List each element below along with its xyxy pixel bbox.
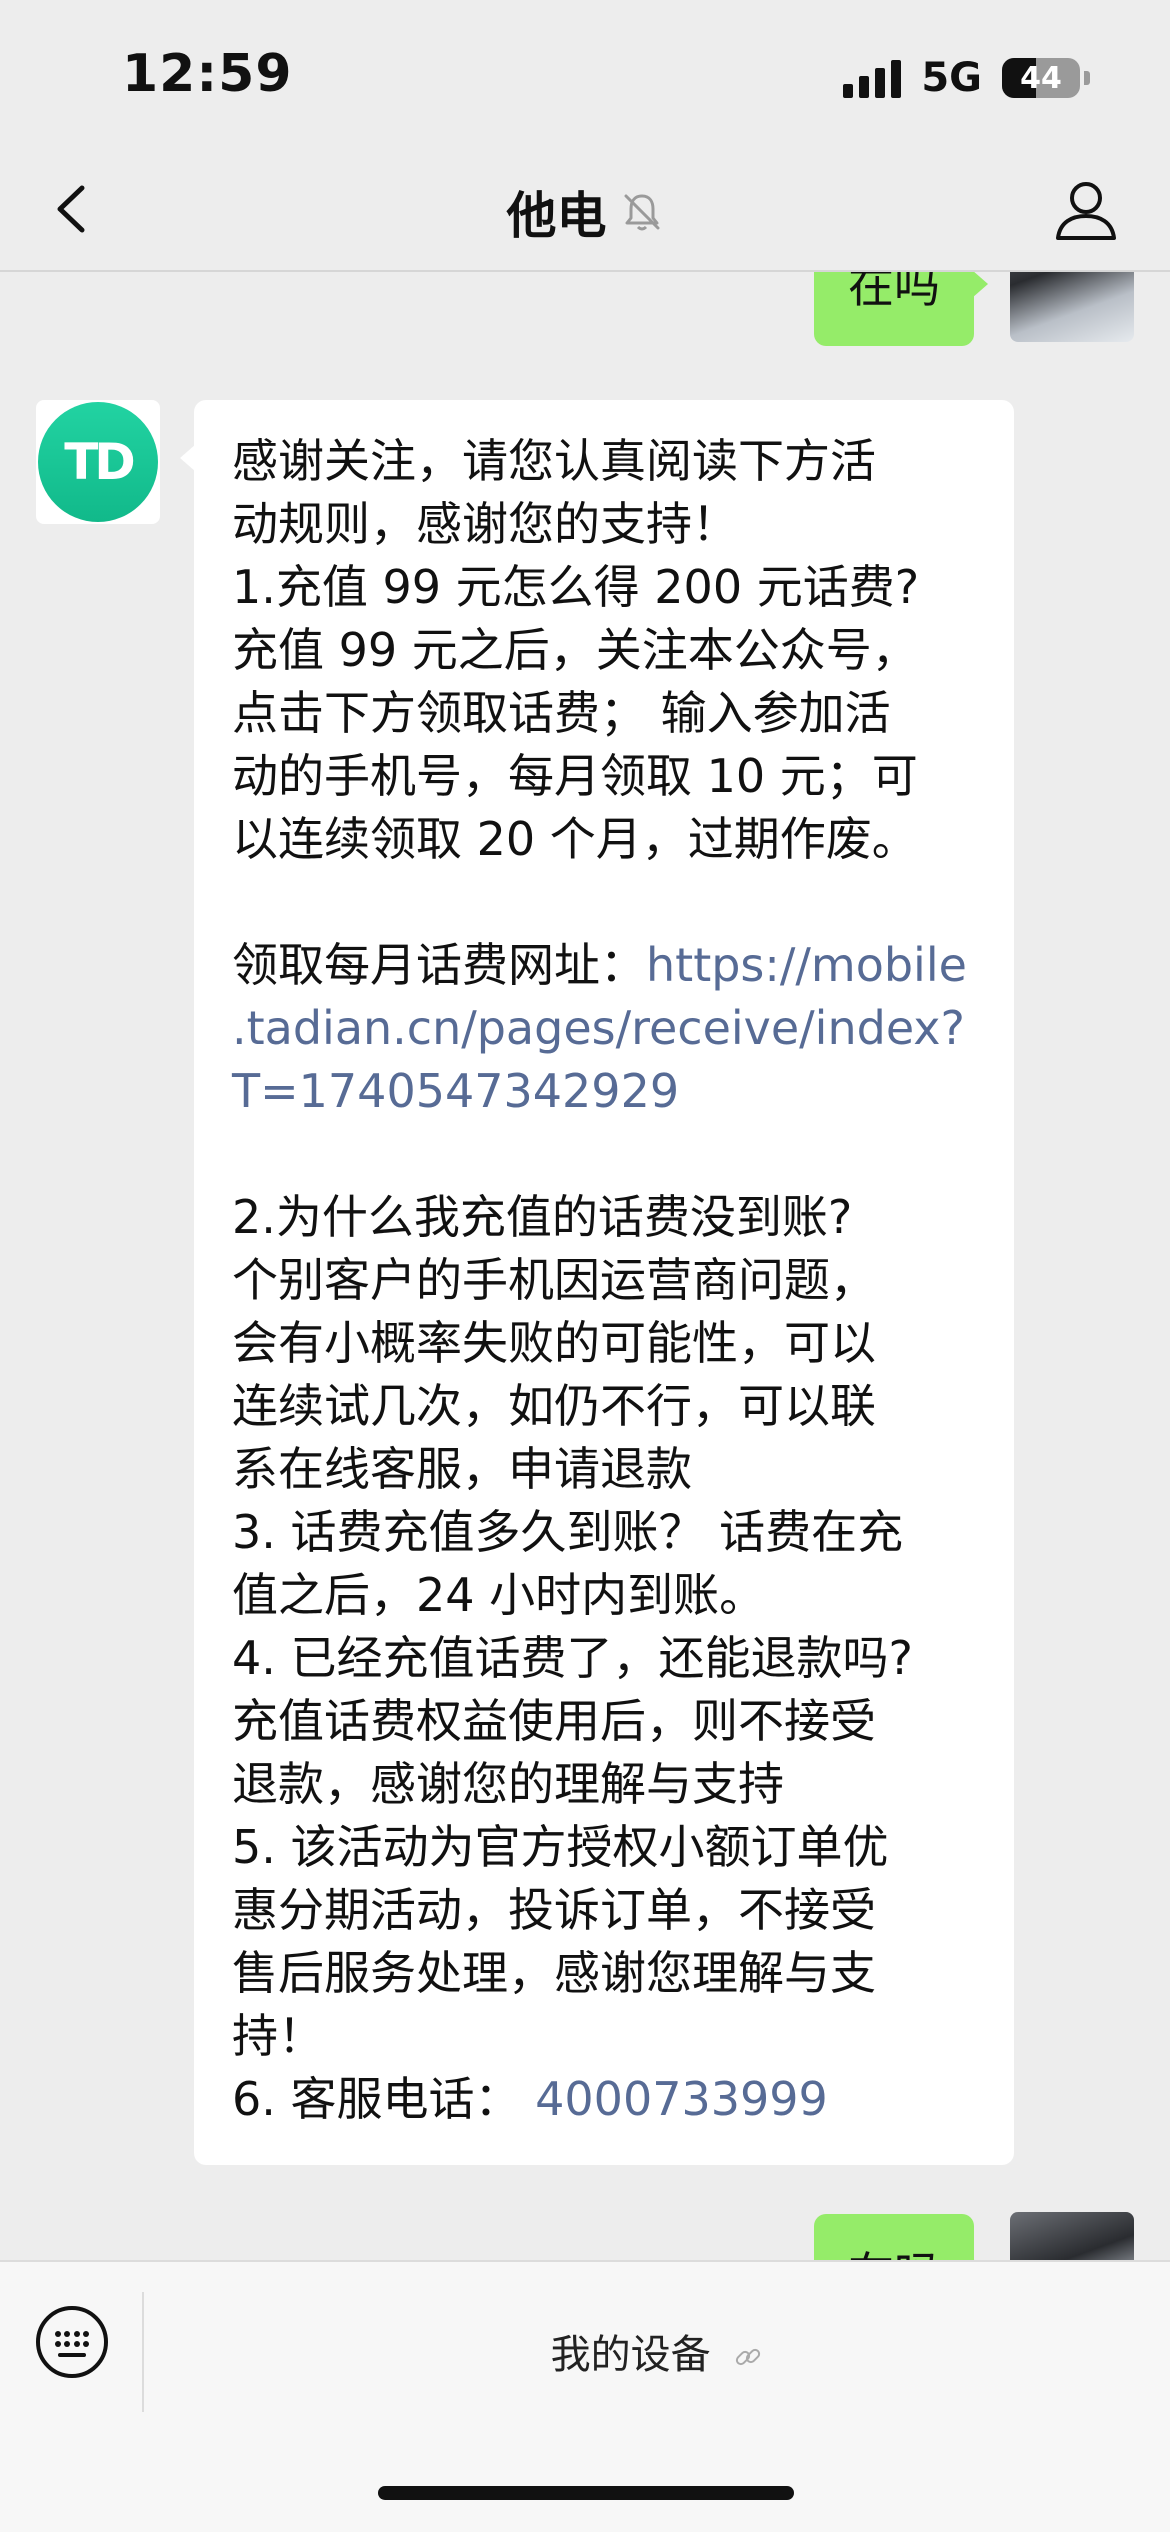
message-line: 1.充值 99 元怎么得 200 元话费? [232,560,920,614]
cellular-signal-icon [843,58,902,98]
service-phone-link[interactable]: 4000733999 [535,2072,828,2126]
message-line: 惠分期活动，投诉订单，不接受 [232,1883,876,1937]
message-line: 充值 99 元之后，关注本公众号， [232,623,918,677]
network-type: 5G [921,55,982,101]
my-avatar[interactable] [1010,2212,1134,2260]
status-bar: 12:59 5G 44 [0,0,1170,150]
receive-url-link[interactable]: https://mobile [646,938,967,992]
chat-title-wrap: 他电 [0,176,1170,248]
message-line: 连续试几次，如仍不行，可以联 [232,1379,876,1433]
bell-slash-icon [624,194,660,231]
person-icon [1056,182,1116,240]
chat-info-button[interactable] [1048,172,1124,248]
battery-icon: 44 [1002,58,1080,98]
official-account-avatar[interactable]: TD [36,400,160,524]
message-line: 系在线客服，申请退款 [232,1442,692,1496]
message-line: 动规则，感谢您的支持！ [232,497,738,551]
battery-percent: 44 [1020,60,1062,96]
message-line: 售后服务处理，感谢您理解与支 [232,1946,876,2000]
message-line: 以连续领取 20 个月，过期作废。 [232,812,918,866]
receive-url-link[interactable]: T=1740547342929 [232,1060,978,1123]
status-time: 12:59 [122,44,293,104]
chat-header: 他电 [0,150,1170,272]
message-text: 在吗 [848,272,940,313]
brand-logo: TD [38,402,158,522]
message-line: 点击下方领取话费； 输入参加活 [232,686,891,740]
my-avatar[interactable] [1010,272,1134,342]
message-line: 充值话费权益使用后，则不接受 [232,1694,876,1748]
message-line: 动的手机号，每月领取 10 元；可 [232,749,918,803]
message-line: 领取每月话费网址：https://mobile [232,934,978,997]
message-line: 个别客户的手机因运营商问题， [232,1253,876,1307]
receive-url-link[interactable]: .tadian.cn/pages/receive/index? [232,997,978,1060]
status-indicators: 5G 44 [843,50,1090,106]
message-line: 4. 已经充值话费了，还能退款吗? [232,1631,913,1685]
message-line: 6. 客服电话： 4000733999 [232,2068,978,2131]
keyboard-toggle-button[interactable] [34,2304,110,2380]
message-line: 值之后，24 小时内到账。 [232,1568,766,1622]
home-indicator[interactable] [378,2486,794,2500]
my-message-bubble[interactable]: 在吗 [814,272,988,346]
keyboard-icon [36,2306,108,2378]
message-line: 3. 话费充值多久到账？ 话费在充 [232,1505,904,1559]
menu-item-label: 我的设备 [550,2332,711,2378]
message-text: 在吗 [848,2247,940,2260]
my-message-bubble[interactable]: 在吗 [814,2214,988,2260]
menu-item-my-device[interactable]: 我的设备 [144,2322,1170,2380]
official-account-message-bubble[interactable]: 感谢关注，请您认真阅读下方活 动规则，感谢您的支持！ 1.充值 99 元怎么得 … [180,400,1014,2165]
battery-tip [1084,71,1090,85]
chat-title: 他电 [506,187,607,245]
message-line: 持！ [232,2009,324,2063]
message-line: 2.为什么我充值的话费没到账? [232,1190,853,1244]
message-line: 感谢关注，请您认真阅读下方活 [232,434,876,488]
link-label: 领取每月话费网址： [232,938,646,992]
message-line: 5. 该活动为官方授权小额订单优 [232,1820,889,1874]
chat-message-list[interactable]: 在吗 TD 感谢关注，请您认真阅读下方活 动规则，感谢您的支持！ 1.充值 99… [0,272,1170,2260]
message-line: 会有小概率失败的可能性，可以 [232,1316,876,1370]
message-line: 退款，感谢您的理解与支持 [232,1757,784,1811]
link-icon [736,2348,761,2366]
phone-label: 6. 客服电话： [232,2072,536,2126]
